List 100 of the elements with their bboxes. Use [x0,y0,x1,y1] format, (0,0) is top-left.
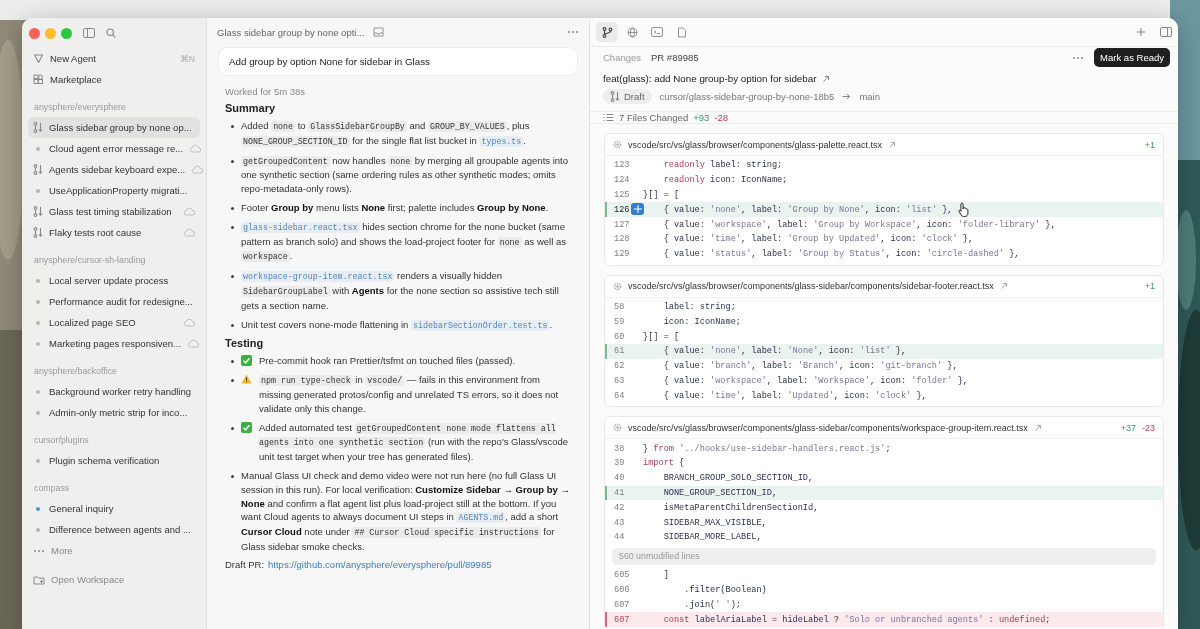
code-line: label: string; [662,301,736,312]
group-label: anysphere/cursor-sh-landing [33,254,147,267]
branch-icon [601,26,613,38]
code-line: { value: 'time', label: 'Group by Updated', icon: 'clock' }, [662,234,974,245]
additions-count: +37 [1120,422,1136,433]
line-number: 41 [614,487,625,498]
code-line: BRANCH_GROUP_SOLO_SECTION_ID, [662,473,814,484]
code-line: .join(' '); [683,599,741,610]
bullet-text: glass-sidebar.react.tsx hides section chrome for the none bucket (same pattern as branch solo) and shows the load-project footer for none as well as workspace . [241,219,567,265]
external-link-icon[interactable] [1033,423,1042,432]
sidebar-item[interactable]: Background worker retry handling [28,381,200,402]
sidebar-item[interactable]: Marketing pages responsiven... [28,333,200,354]
bullet-text: Footer Group by menu lists None first; palette includes Group by None. [241,201,550,215]
bullet-text: getGroupedContent now handles none by merging all groupable agents into one synthetic section (same ordering rules as other synthetic modes; omits repo-metadata-only rows). [241,153,569,196]
more-icon [33,548,45,553]
bullet-dot [231,379,234,383]
sidebar-item[interactable]: Glass sidebar group by none op... [28,117,200,138]
globe-icon [626,26,638,38]
sidebar-item[interactable]: UseApplicationProperty migrati... [28,180,200,201]
line-number: 129 [614,249,630,260]
pull-request-icon [33,227,43,238]
line-number: 43 [614,517,625,528]
line-number: 62 [614,361,625,372]
sidebar-item[interactable]: Difference between agents and ... [28,519,200,540]
bullet-text: Unit test covers none-mode flattening in sidebarSectionOrder.test.ts . [241,317,554,333]
check-icon [241,355,252,367]
branch-tab[interactable] [596,22,618,42]
line-number: 606 [614,584,630,595]
bullet-dot [231,323,234,327]
code-line: { value: 'status', label: 'Group by Status', icon: 'circle-dashed' }, [662,249,1020,260]
more-icon[interactable] [567,30,579,34]
code-line: readonly label: string; [662,160,783,171]
zoom-button[interactable] [61,27,72,39]
sidebar-item[interactable]: Local server update process [28,270,200,291]
external-link-icon[interactable] [888,140,897,149]
sidebar-item[interactable]: Performance audit for redesigne... [28,291,200,312]
line-number: 128 [614,234,630,245]
external-link-icon[interactable] [822,74,831,83]
arrow-right-icon [842,93,852,100]
check-icon [241,421,252,433]
group-label: anysphere/everysphere [33,101,127,114]
sidebar-item[interactable]: Cloud agent error message re... [28,138,200,159]
terminal-icon [651,27,663,37]
sidebar-item[interactable]: Plugin schema verification [28,450,200,471]
branch-name: cursor/glass-sidebar-group-by-none-18b5 [659,91,835,102]
pull-request-icon [33,164,43,175]
sidebar-item[interactable]: Admin-only metric strip for inco... [28,402,200,423]
pull-request-icon [33,206,43,217]
bullet-text: workspace-group-item.react.tsx renders a visually hidden SidebarGroupLabel with Agents for the none section so assistive tech still gets a section name. [241,269,560,313]
code-line: }[] = [ [643,190,680,200]
pr-link[interactable]: https://github.com/anysphere/everysphere/pull/89985 [268,558,492,570]
code-line: { value: 'time', label: 'Updated', icon: 'clock' }, [662,390,927,401]
draft-label: Draft [624,91,645,102]
search-icon[interactable] [106,28,116,38]
line-number: 39 [614,458,625,469]
bullet-dot [231,125,234,128]
code-line: ] [662,570,669,581]
marketplace-button[interactable]: Marketplace [28,69,200,90]
additions-count: +1 [1144,139,1155,150]
line-number: 126 [614,204,630,215]
line-number: 125 [614,190,630,200]
code-line: .filter(Boolean) [683,584,767,595]
code-line: NONE_GROUP_SECTION_ID, [662,487,778,498]
add-comment-button[interactable] [631,203,644,216]
code-line: }[] = [ [643,331,680,342]
plus-icon [632,204,643,215]
new-agent-button[interactable]: New Agent ⌘N [28,48,200,69]
bullet-dot [231,426,234,430]
files-changed-count: 7 Files Changed [619,112,689,123]
deletions-count: -23 [1142,422,1155,433]
sidebar-toggle-icon[interactable] [83,28,95,38]
line-number: 127 [614,219,630,230]
code-line: { value: 'none', label: 'Group by None', icon: 'list' }, [662,204,953,215]
external-link-icon[interactable] [999,282,1008,291]
chat-title: Glass sidebar group by none opti... [217,26,365,38]
close-button[interactable] [29,27,40,39]
panel-icon[interactable] [1160,27,1172,37]
pr-title: feat(glass): add None group-by option for sidebar [603,73,817,84]
bullet-dot [231,159,234,163]
section-heading: Testing [225,337,265,350]
folder-icon [33,574,45,585]
line-number: 60 [614,331,625,342]
code-line: icon: IconName; [662,316,741,327]
minimize-button[interactable] [45,27,56,39]
code-line: SIDEBAR_MAX_VISIBLE, [662,517,767,528]
sidebar-item[interactable]: Flaky tests root cause [28,222,200,243]
bullet-text: Manual Glass UI check and demo video were not run here (no full Glass UI session in this run). For local verification: Customize Sidebar → Group by → None and confirm a flat agent list plus load-project still at the bottom. If you want Cloud agents to always document UI steps in AGENTS.md , add a short Cursor Cloud note under ## Cursor Cloud specific instructions for Glass sidebar smoke checks. [241,468,571,554]
code-line: const labelAriaLabel = hideLabel ? 'Solo or unbranched agents' : undefined; [662,614,1051,625]
more-icon[interactable] [1072,55,1085,60]
sidebar-item[interactable]: Agents sidebar keyboard expe... [28,159,200,180]
code-line: { value: 'workspace', label: 'Group by Workspace', icon: 'folder-library' }, [662,219,1056,230]
plus-icon[interactable] [1136,27,1146,37]
sidebar-item[interactable]: Glass test timing stabilization [28,201,200,222]
mark-ready-button[interactable]: Mark as Ready [1094,48,1170,67]
sidebar-item[interactable]: General inquiry [28,498,200,519]
sidebar-item[interactable]: Localized page SEO [28,312,200,333]
tray-icon[interactable] [373,27,385,37]
line-number: 38 [614,443,625,454]
group-label: cursor/plugins [33,434,90,447]
blocks-icon [33,74,44,85]
